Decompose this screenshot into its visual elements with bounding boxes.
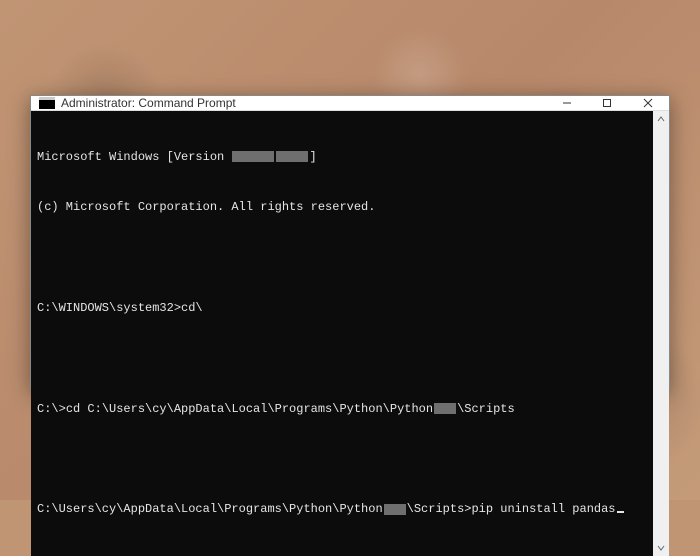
prompt-3a: C:\Users\cy\AppData\Local\Programs\Pytho…	[37, 502, 383, 516]
maximize-button[interactable]	[587, 96, 627, 110]
window-controls	[547, 96, 669, 110]
redacted-pyver-2: xx	[384, 504, 406, 515]
titlebar[interactable]: Administrator: Command Prompt	[31, 96, 669, 111]
cmd-line-3: C:\Users\cy\AppData\Local\Programs\Pytho…	[37, 501, 647, 518]
scroll-track[interactable]	[653, 127, 669, 540]
redacted-pyver-1: xx	[434, 403, 456, 414]
cmd-line-1: C:\WINDOWS\system32>cd\	[37, 300, 647, 317]
prompt-1: C:\WINDOWS\system32>	[37, 301, 181, 315]
scroll-up-arrow[interactable]	[653, 111, 669, 127]
cmd-2b: \Scripts	[457, 402, 515, 416]
redacted-version-1: xxxxx	[232, 151, 274, 162]
window-content: Microsoft Windows [Version xxxxxxxx] (c)…	[31, 111, 669, 556]
cmd-line-2: C:\>cd C:\Users\cy\AppData\Local\Program…	[37, 401, 647, 418]
vertical-scrollbar[interactable]	[653, 111, 669, 556]
blank-line	[37, 350, 647, 367]
cmd-icon	[39, 97, 55, 109]
window-title: Administrator: Command Prompt	[61, 96, 547, 110]
cmd-1: cd\	[181, 301, 203, 315]
blank-line	[37, 451, 647, 468]
prompt-3b: \Scripts>	[407, 502, 472, 516]
banner-line: Microsoft Windows [Version xxxxxxxx]	[37, 149, 647, 166]
minimize-button[interactable]	[547, 96, 587, 110]
text-cursor	[617, 511, 624, 513]
scroll-down-arrow[interactable]	[653, 540, 669, 556]
blank-line	[37, 249, 647, 266]
copyright-line: (c) Microsoft Corporation. All rights re…	[37, 199, 647, 216]
cmd-2a: cd C:\Users\cy\AppData\Local\Programs\Py…	[66, 402, 433, 416]
prompt-2: C:\>	[37, 402, 66, 416]
banner-prefix: Microsoft Windows [Version	[37, 150, 231, 164]
redacted-version-2: xxx	[276, 151, 308, 162]
close-button[interactable]	[627, 96, 669, 110]
terminal-area[interactable]: Microsoft Windows [Version xxxxxxxx] (c)…	[31, 111, 653, 556]
banner-suffix: ]	[309, 150, 316, 164]
cmd-window: Administrator: Command Prompt Microsoft …	[30, 95, 670, 390]
cmd-3: pip uninstall pandas	[471, 502, 615, 516]
